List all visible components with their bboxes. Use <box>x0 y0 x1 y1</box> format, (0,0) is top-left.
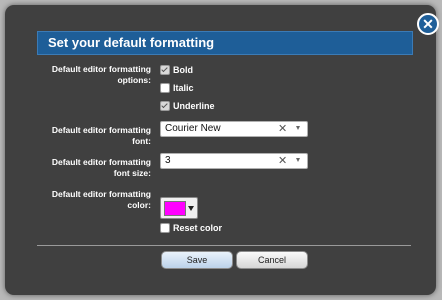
font-size-dropdown-arrow-icon[interactable] <box>296 158 300 162</box>
italic-checkbox[interactable] <box>160 83 170 93</box>
reset-color-option[interactable]: Reset color <box>160 222 222 234</box>
font-size-label-line1: Default editor formatting <box>51 157 151 167</box>
italic-label: Italic <box>173 83 194 93</box>
color-label-line1: Default editor formatting <box>51 189 151 199</box>
font-select[interactable]: Courier New ✕ <box>160 121 308 137</box>
color-swatch <box>164 201 186 216</box>
divider <box>37 245 411 246</box>
dialog-title-bar: Set your default formatting <box>37 31 413 55</box>
font-size-clear-icon[interactable]: ✕ <box>278 154 287 167</box>
italic-option[interactable]: Italic <box>160 82 194 94</box>
formatting-options-label: Default editor formatting options: <box>41 64 151 86</box>
font-clear-icon[interactable]: ✕ <box>278 122 287 135</box>
color-label-line2: color: <box>127 200 151 210</box>
bold-label: Bold <box>173 65 193 75</box>
save-button[interactable]: Save <box>161 251 233 269</box>
bold-checkbox[interactable] <box>160 65 170 75</box>
font-size-label-line2: font size: <box>113 168 151 178</box>
underline-option[interactable]: Underline <box>160 100 215 112</box>
font-label: Default editor formatting font: <box>41 125 151 147</box>
color-label: Default editor formatting color: <box>41 189 151 211</box>
font-label-line1: Default editor formatting <box>51 125 151 135</box>
formatting-options-label-line1: Default editor formatting <box>51 64 151 74</box>
font-select-value: Courier New <box>165 123 221 134</box>
reset-color-label: Reset color <box>173 223 223 233</box>
formatting-dialog: ✕ Set your default formatting Default ed… <box>5 5 439 295</box>
font-dropdown-arrow-icon[interactable] <box>296 126 300 130</box>
bold-option[interactable]: Bold <box>160 64 193 76</box>
underline-checkbox[interactable] <box>160 101 170 111</box>
cancel-button[interactable]: Cancel <box>236 251 308 269</box>
underline-label: Underline <box>173 101 215 111</box>
dialog-title: Set your default formatting <box>48 35 215 50</box>
color-picker[interactable] <box>160 197 198 219</box>
close-icon: ✕ <box>422 16 434 32</box>
font-label-line2: font: <box>132 136 151 146</box>
font-size-select-value: 3 <box>165 155 171 166</box>
reset-color-checkbox[interactable] <box>160 223 170 233</box>
color-dropdown-arrow-icon <box>188 206 194 211</box>
formatting-options-label-line2: options: <box>117 75 151 85</box>
font-size-select[interactable]: 3 ✕ <box>160 153 308 169</box>
font-size-label: Default editor formatting font size: <box>41 157 151 179</box>
close-button[interactable]: ✕ <box>417 13 439 35</box>
